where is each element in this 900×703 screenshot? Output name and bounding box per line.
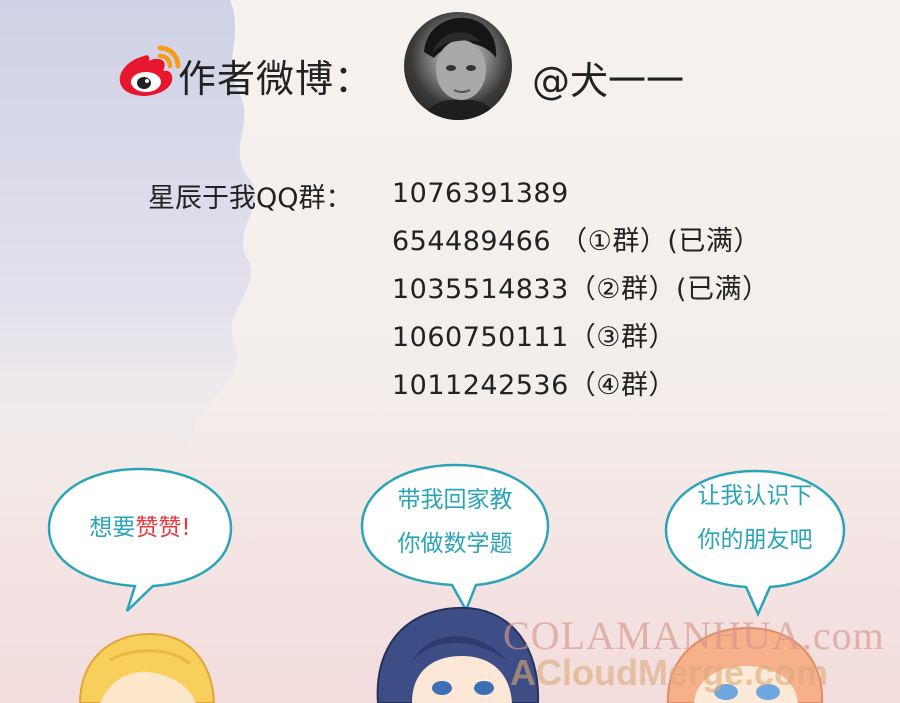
speech-bubble-friends: 让我认识下 你的朋友吧 <box>662 468 848 618</box>
watermark-acloudmerge: ACloudMerge.com <box>510 652 829 693</box>
bubble-text-line2: 你做数学题 <box>397 531 513 557</box>
bubble-text-line1: 带我回家教 <box>397 487 513 513</box>
qq-group-number[interactable]: 1076391389 <box>392 176 770 224</box>
bubble-text: 想要赞赞! <box>45 508 235 548</box>
bubble-text-line1: 让我认识下 <box>697 483 813 509</box>
weibo-logo-icon[interactable] <box>116 42 182 100</box>
qq-group-number[interactable]: 654489466 （①群）(已满） <box>392 224 770 272</box>
qq-group-number[interactable]: 1011242536（④群） <box>392 368 770 416</box>
qq-group-number[interactable]: 1035514833（②群）(已满） <box>392 272 770 320</box>
author-weibo-handle[interactable]: @犬一一 <box>532 50 684 105</box>
author-avatar[interactable] <box>404 12 512 120</box>
qq-group-label: 星辰于我QQ群： <box>148 183 353 214</box>
qq-group-list: 1076391389 654489466 （①群）(已满） 1035514833… <box>392 176 770 416</box>
speech-bubble-like: 想要赞赞! <box>45 465 235 615</box>
bubble-text-emphasis: 赞赞 <box>135 515 182 541</box>
author-weibo-row: 作者微博： @犬一一 <box>112 12 752 128</box>
bubble-text-line2: 你的朋友吧 <box>697 527 813 553</box>
author-weibo-label: 作者微博： <box>178 57 374 101</box>
bubble-text-prefix: 想要 <box>89 515 136 541</box>
bubble-text-suffix: ! <box>181 515 191 541</box>
qq-group-number[interactable]: 1060750111（③群） <box>392 320 770 368</box>
blonde-character-illustration <box>78 632 216 703</box>
speech-bubble-math: 带我回家教 你做数学题 <box>358 462 552 612</box>
